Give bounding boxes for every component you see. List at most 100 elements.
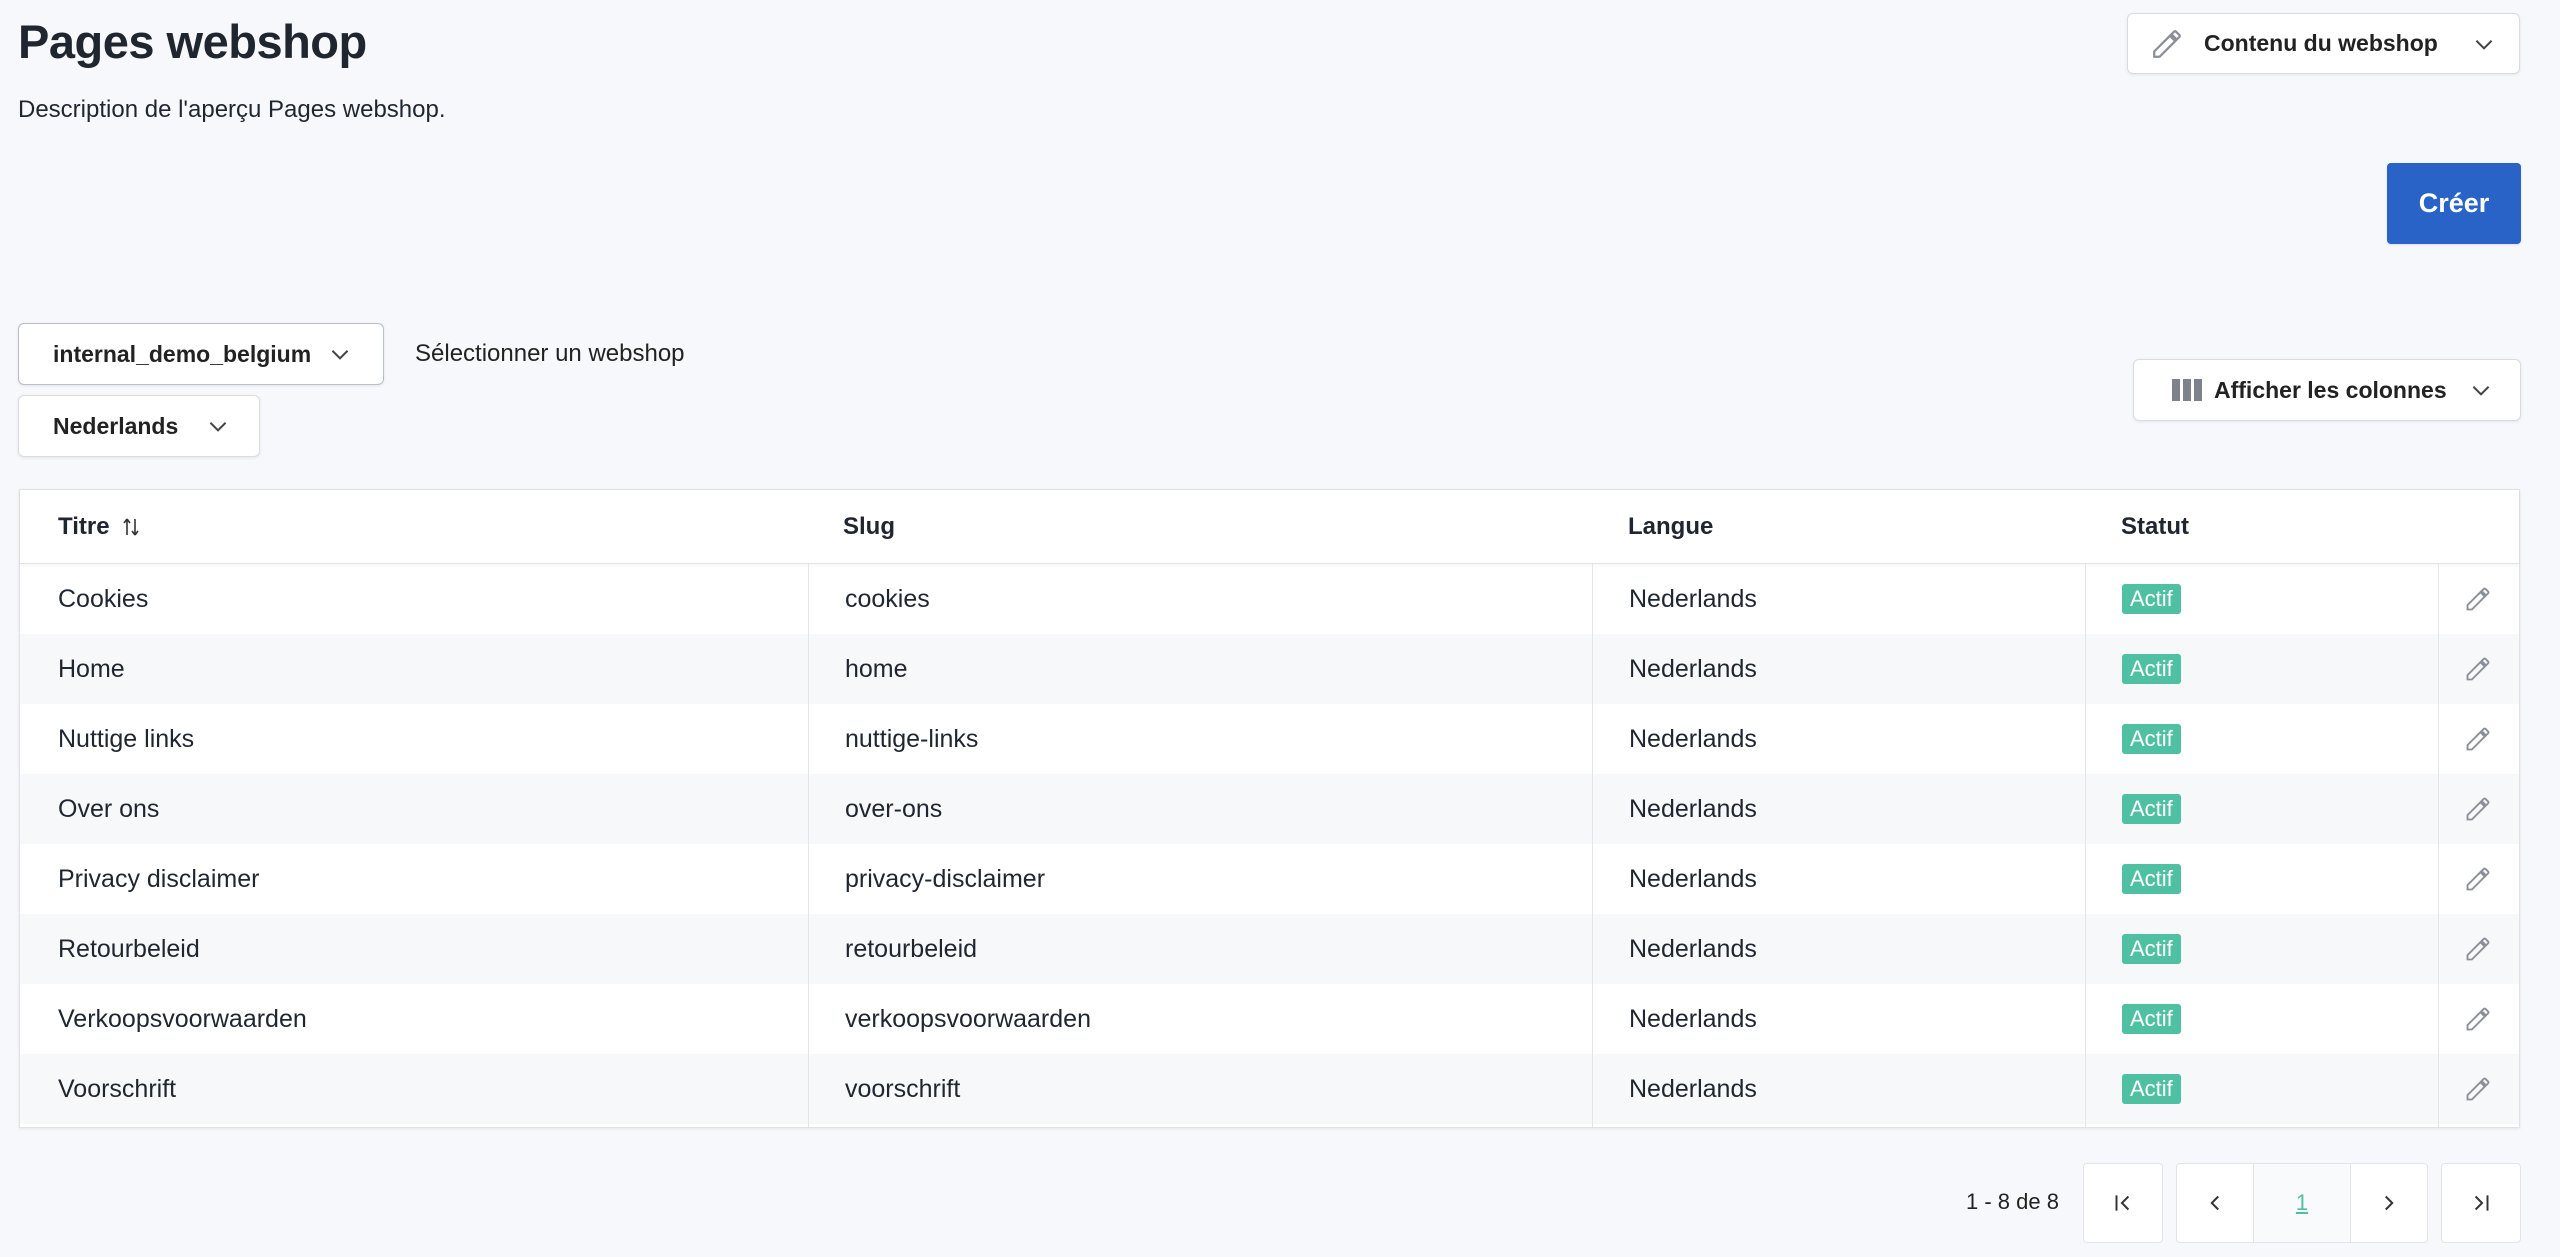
current-page-number: 1 — [2295, 1190, 2309, 1215]
column-header-status[interactable]: Statut — [2121, 490, 2189, 563]
table-row[interactable]: Home home Nederlands Actif — [20, 634, 2519, 704]
last-page-icon — [2474, 1195, 2489, 1211]
pages-table: Titre Slug Langue Statut Cookies cookies N… — [19, 489, 2520, 1128]
status-badge: Actif — [2122, 1004, 2181, 1034]
pencil-icon — [2466, 1007, 2490, 1031]
sort-icon[interactable] — [120, 516, 142, 538]
chevron-down-icon — [331, 350, 349, 360]
status-badge: Actif — [2122, 864, 2181, 894]
edit-button[interactable] — [2464, 564, 2492, 634]
edit-button[interactable] — [2464, 704, 2492, 774]
status-badge: Actif — [2122, 654, 2181, 684]
status-badge: Actif — [2122, 794, 2181, 824]
cell-status: Actif — [2122, 1054, 2181, 1124]
chevron-down-icon — [209, 422, 227, 432]
chevron-down-icon — [2475, 39, 2493, 50]
chevron-right-icon — [2385, 1195, 2394, 1211]
cell-language: Nederlands — [1629, 1004, 1757, 1033]
pencil-icon — [2466, 1077, 2490, 1101]
edit-button[interactable] — [2464, 634, 2492, 704]
first-page-icon — [2115, 1195, 2130, 1211]
cell-language: Nederlands — [1629, 724, 1757, 753]
show-columns-menu[interactable]: Afficher les colonnes — [2133, 359, 2521, 421]
create-button[interactable]: Créer — [2387, 163, 2521, 244]
table-row[interactable]: Retourbeleid retourbeleid Nederlands Actif — [20, 914, 2519, 984]
cell-language: Nederlands — [1629, 584, 1757, 613]
cell-language: Nederlands — [1629, 654, 1757, 683]
page-title: Pages webshop — [18, 15, 367, 68]
edit-button[interactable] — [2464, 844, 2492, 914]
edit-button[interactable] — [2464, 1054, 2492, 1124]
column-header-language[interactable]: Langue — [1628, 490, 1713, 563]
table-header: Titre Slug Langue Statut — [20, 490, 2519, 564]
pencil-icon — [2466, 937, 2490, 961]
next-page-button[interactable] — [2350, 1163, 2428, 1243]
cell-title: Home — [58, 654, 125, 683]
webshop-content-menu-label: Contenu du webshop — [2204, 30, 2438, 56]
table-row[interactable]: Over ons over-ons Nederlands Actif — [20, 774, 2519, 844]
chevron-left-icon — [2210, 1195, 2219, 1211]
cell-status: Actif — [2122, 704, 2181, 774]
column-header-slug[interactable]: Slug — [843, 490, 895, 563]
webshop-select[interactable]: internal_demo_belgium — [18, 323, 384, 385]
edit-button[interactable] — [2464, 984, 2492, 1054]
cell-status: Actif — [2122, 564, 2181, 634]
cell-slug: over-ons — [845, 794, 943, 823]
cell-status: Actif — [2122, 844, 2181, 914]
cell-title: Privacy disclaimer — [58, 864, 260, 893]
pagination-range: 1 - 8 de 8 — [1966, 1189, 2059, 1214]
cell-status: Actif — [2122, 914, 2181, 984]
cell-title: Verkoopsvoorwaarden — [58, 1004, 307, 1033]
cell-language: Nederlands — [1629, 794, 1757, 823]
edit-button[interactable] — [2464, 774, 2492, 844]
pencil-icon — [2466, 587, 2490, 611]
table-row[interactable]: Verkoopsvoorwaarden verkoopsvoorwaarden Ne… — [20, 984, 2519, 1054]
cell-language: Nederlands — [1629, 864, 1757, 893]
cell-slug: nuttige-links — [845, 724, 979, 753]
table-row[interactable]: Nuttige links nuttige-links Nederlands Acti… — [20, 704, 2519, 774]
webshop-select-hint: Sélectionner un webshop — [415, 340, 685, 367]
language-select-value: Nederlands — [53, 412, 179, 439]
pencil-icon — [2466, 867, 2490, 891]
edit-button[interactable] — [2464, 914, 2492, 984]
cell-title: Voorschrift — [58, 1074, 177, 1103]
cell-slug: verkoopsvoorwaarden — [845, 1004, 1091, 1033]
cell-slug: home — [845, 654, 908, 683]
pencil-icon — [2466, 797, 2490, 821]
cell-status: Actif — [2122, 774, 2181, 844]
language-select[interactable]: Nederlands — [18, 395, 260, 457]
cell-language: Nederlands — [1629, 934, 1757, 963]
table-row[interactable]: Privacy disclaimer privacy-disclaimer Nede… — [20, 844, 2519, 914]
cell-slug: voorschrift — [845, 1074, 961, 1103]
cell-language: Nederlands — [1629, 1074, 1757, 1103]
cell-title: Retourbeleid — [58, 934, 200, 963]
webshop-content-menu[interactable]: Contenu du webshop — [2127, 13, 2520, 74]
status-badge: Actif — [2122, 934, 2181, 964]
pencil-icon — [2153, 29, 2181, 58]
cell-status: Actif — [2122, 634, 2181, 704]
table-row[interactable]: Cookies cookies Nederlands Actif — [20, 564, 2519, 634]
page-description: Description de l'aperçu Pages webshop. — [18, 96, 446, 123]
table-row[interactable]: Voorschrift voorschrift Nederlands Actif — [20, 1054, 2519, 1124]
cell-title: Cookies — [58, 584, 149, 613]
pencil-icon — [2466, 727, 2490, 751]
webshop-select-value: internal_demo_belgium — [53, 340, 312, 367]
first-page-button[interactable] — [2083, 1163, 2163, 1243]
last-page-button[interactable] — [2441, 1163, 2521, 1243]
show-columns-label: Afficher les colonnes — [2214, 376, 2447, 403]
status-badge: Actif — [2122, 584, 2181, 614]
cell-slug: retourbeleid — [845, 934, 978, 963]
previous-page-button[interactable] — [2176, 1163, 2254, 1243]
cell-title: Nuttige links — [58, 724, 195, 753]
cell-title: Over ons — [58, 794, 160, 823]
column-header-title-label: Titre — [58, 512, 110, 540]
column-header-title[interactable]: Titre — [58, 490, 142, 563]
status-badge: Actif — [2122, 724, 2181, 754]
chevron-down-icon — [2472, 386, 2490, 396]
status-badge: Actif — [2122, 1074, 2181, 1104]
pencil-icon — [2466, 657, 2490, 681]
page-1-button[interactable]: 1 — [2253, 1163, 2351, 1243]
cell-slug: privacy-disclaimer — [845, 864, 1046, 893]
cell-slug: cookies — [845, 584, 930, 613]
columns-icon — [2172, 379, 2202, 401]
